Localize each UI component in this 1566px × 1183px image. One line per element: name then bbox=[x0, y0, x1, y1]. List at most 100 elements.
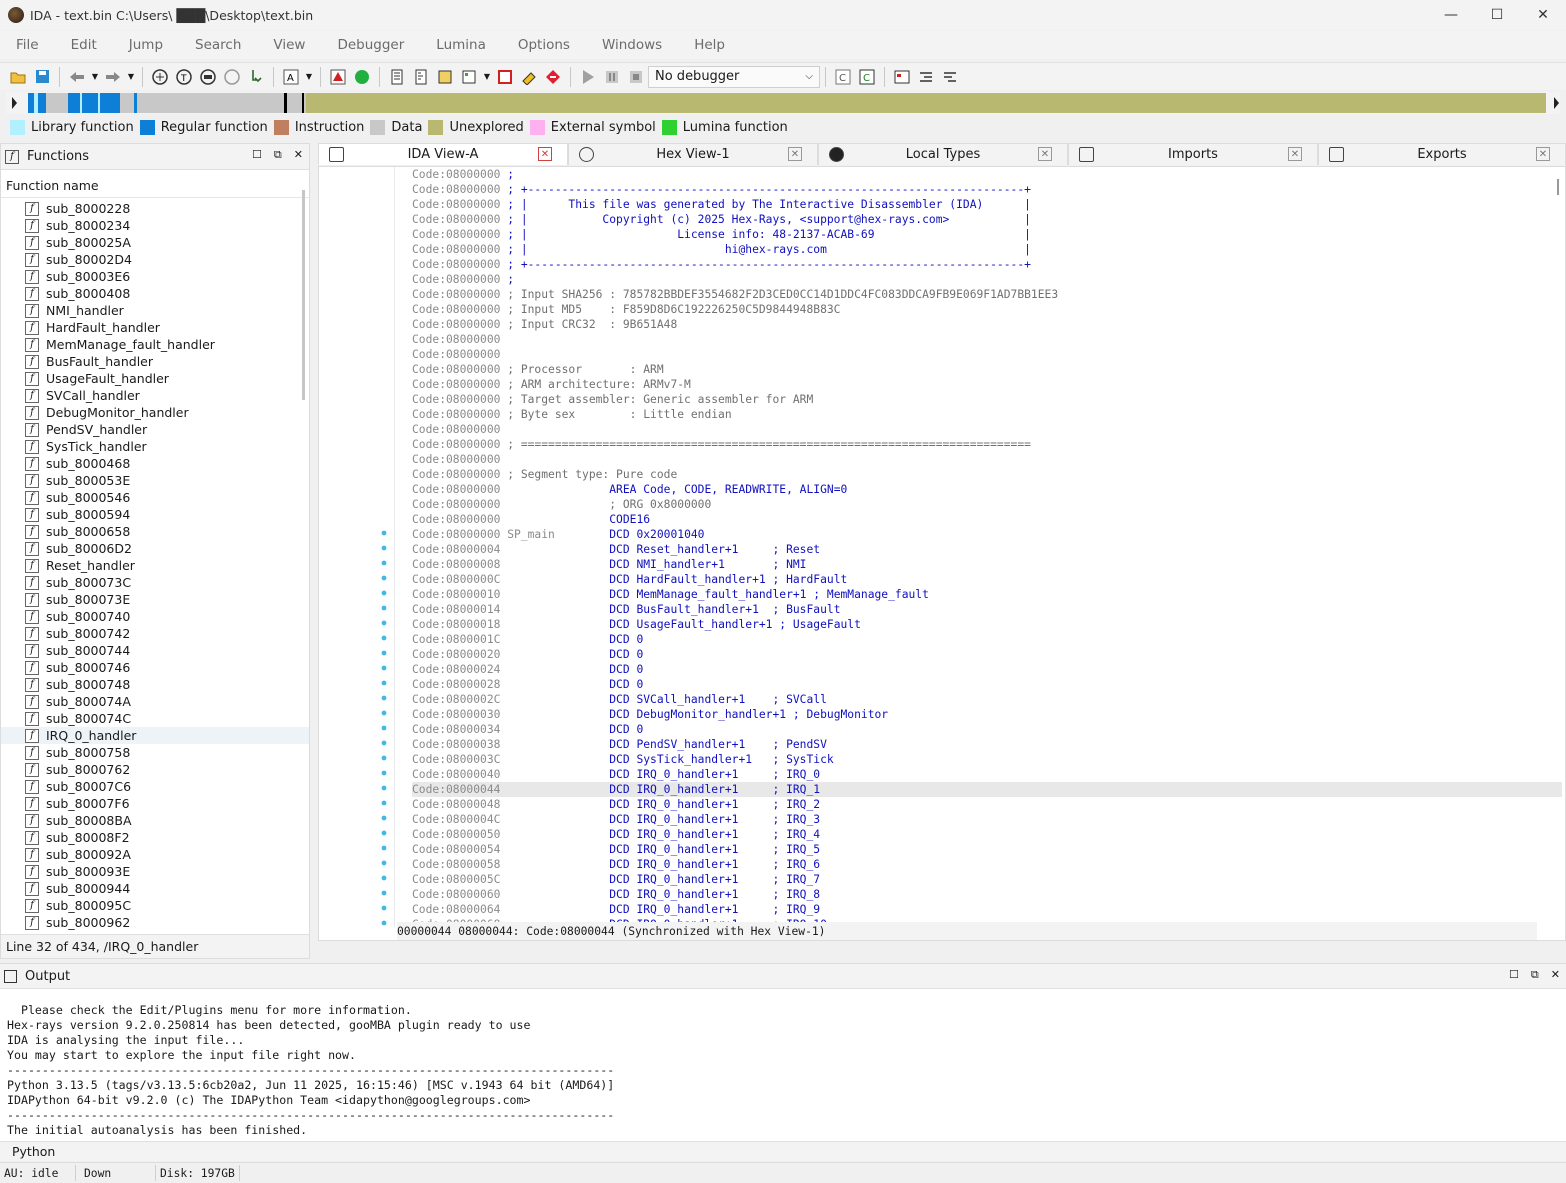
close-icon[interactable]: ✕ bbox=[1536, 147, 1550, 161]
hex-view-icon[interactable] bbox=[198, 67, 218, 87]
gutter-dot[interactable] bbox=[381, 710, 387, 716]
gutter-dot[interactable] bbox=[381, 605, 387, 611]
list-outdent-icon[interactable] bbox=[940, 67, 960, 87]
disasm-line[interactable]: Code:08000000 ; Input MD5 : F859D8D6C192… bbox=[412, 302, 1562, 317]
navigation-band[interactable] bbox=[6, 92, 1560, 114]
disasm-line[interactable]: Code:08000020 DCD 0 bbox=[412, 647, 1562, 662]
close-icon[interactable]: ✕ bbox=[538, 147, 552, 161]
stop-debug-icon[interactable] bbox=[626, 67, 646, 87]
undefine-icon[interactable] bbox=[543, 67, 563, 87]
function-name-column-header[interactable]: Function name bbox=[1, 170, 309, 198]
function-list-item[interactable]: f sub_80008BA bbox=[1, 812, 309, 829]
menu-lumina[interactable]: Lumina bbox=[420, 37, 502, 53]
maximize-panel-icon[interactable]: ☐ bbox=[252, 148, 262, 162]
disasm-line[interactable]: Code:0800004C DCD IRQ_0_handler+1 ; IRQ_… bbox=[412, 812, 1562, 827]
disasm-line[interactable]: Code:08000044 DCD IRQ_0_handler+1 ; IRQ_… bbox=[412, 782, 1562, 797]
function-list-item[interactable]: f sub_800073C bbox=[1, 574, 309, 591]
list-indent-icon[interactable] bbox=[916, 67, 936, 87]
function-list-item[interactable]: f sub_800053E bbox=[1, 472, 309, 489]
patch-icon[interactable] bbox=[519, 67, 539, 87]
gutter-dot[interactable] bbox=[381, 650, 387, 656]
gutter-dot[interactable] bbox=[381, 545, 387, 551]
gutter-dot[interactable] bbox=[381, 755, 387, 761]
gutter-dot[interactable] bbox=[381, 770, 387, 776]
gutter-dot[interactable] bbox=[381, 830, 387, 836]
function-list-item[interactable]: f UsageFault_handler bbox=[1, 370, 309, 387]
disasm-line[interactable]: Code:08000000 ; ORG 0x8000000 bbox=[412, 497, 1562, 512]
disasm-line[interactable]: Code:08000000 ; Input SHA256 : 785782BBD… bbox=[412, 287, 1562, 302]
pause-icon[interactable] bbox=[602, 67, 622, 87]
disasm-line[interactable]: Code:08000000 ; | hi@hex-rays.com | bbox=[412, 242, 1562, 257]
function-list-item[interactable]: f sub_80003E6 bbox=[1, 268, 309, 285]
save-icon[interactable] bbox=[32, 67, 52, 87]
function-list-item[interactable]: f sub_80002D4 bbox=[1, 251, 309, 268]
back-arrow-icon[interactable] bbox=[67, 67, 87, 87]
menu-options[interactable]: Options bbox=[502, 37, 586, 53]
function-list-item[interactable]: f sub_8000740 bbox=[1, 608, 309, 625]
gutter-dot[interactable] bbox=[381, 875, 387, 881]
function-list-item[interactable]: f sub_8000658 bbox=[1, 523, 309, 540]
disasm-line[interactable]: Code:08000010 DCD MemManage_fault_handle… bbox=[412, 587, 1562, 602]
function-list-item[interactable]: f sub_800074A bbox=[1, 693, 309, 710]
float-panel-icon[interactable]: ⧉ bbox=[1531, 968, 1539, 982]
function-list-item[interactable]: f sub_8000746 bbox=[1, 659, 309, 676]
disasm-line[interactable]: Code:08000000 ; Input CRC32 : 9B651A48 bbox=[412, 317, 1562, 332]
disasm-scrollbar[interactable] bbox=[1557, 179, 1559, 195]
disasm-line[interactable]: Code:08000000 ; | This file was generate… bbox=[412, 197, 1562, 212]
function-list-item[interactable]: f sub_8000234 bbox=[1, 217, 309, 234]
start-debug-icon[interactable] bbox=[578, 67, 598, 87]
float-panel-icon[interactable]: ⧉ bbox=[274, 148, 282, 162]
function-list-item[interactable]: f sub_8000762 bbox=[1, 761, 309, 778]
disasm-line[interactable]: Code:08000058 DCD IRQ_0_handler+1 ; IRQ_… bbox=[412, 857, 1562, 872]
disasm-line[interactable]: Code:08000038 DCD PendSV_handler+1 ; Pen… bbox=[412, 737, 1562, 752]
data-icon[interactable] bbox=[411, 67, 431, 87]
function-list-item[interactable]: f sub_800093E bbox=[1, 863, 309, 880]
disasm-line[interactable]: Code:08000000 CODE16 bbox=[412, 512, 1562, 527]
maximize-button[interactable]: ☐ bbox=[1474, 0, 1520, 30]
disasm-line[interactable]: Code:0800003C DCD SysTick_handler+1 ; Sy… bbox=[412, 752, 1562, 767]
decompile-all-icon[interactable]: C bbox=[857, 67, 877, 87]
disasm-line[interactable]: Code:0800001C DCD 0 bbox=[412, 632, 1562, 647]
gutter-dot[interactable] bbox=[381, 920, 387, 926]
disasm-line[interactable]: Code:08000048 DCD IRQ_0_handler+1 ; IRQ_… bbox=[412, 797, 1562, 812]
chevron-down-icon[interactable]: ▼ bbox=[483, 67, 491, 87]
disasm-line[interactable]: Code:08000000 ; bbox=[412, 167, 1562, 182]
function-list-item[interactable]: f sub_800025A bbox=[1, 234, 309, 251]
gutter-dot[interactable] bbox=[381, 635, 387, 641]
function-list-item[interactable]: f sub_8000742 bbox=[1, 625, 309, 642]
function-list-item[interactable]: f sub_8000758 bbox=[1, 744, 309, 761]
layout-icon[interactable] bbox=[892, 67, 912, 87]
forward-arrow-icon[interactable] bbox=[103, 67, 123, 87]
stop-icon[interactable] bbox=[495, 67, 515, 87]
decompile-icon[interactable]: C bbox=[833, 67, 853, 87]
function-list-item[interactable]: f sub_8000546 bbox=[1, 489, 309, 506]
gutter-dot[interactable] bbox=[381, 860, 387, 866]
gutter-dot[interactable] bbox=[381, 845, 387, 851]
disasm-line[interactable]: Code:08000000 ; | License info: 48-2137-… bbox=[412, 227, 1562, 242]
function-list-item[interactable]: f BusFault_handler bbox=[1, 353, 309, 370]
disasm-line[interactable]: Code:0800005C DCD IRQ_0_handler+1 ; IRQ_… bbox=[412, 872, 1562, 887]
function-list-item[interactable]: f sub_80006D2 bbox=[1, 540, 309, 557]
menu-edit[interactable]: Edit bbox=[55, 37, 113, 53]
disasm-line[interactable]: Code:08000040 DCD IRQ_0_handler+1 ; IRQ_… bbox=[412, 767, 1562, 782]
function-list-item[interactable]: f sub_8000962 bbox=[1, 914, 309, 931]
disasm-line[interactable]: Code:08000004 DCD Reset_handler+1 ; Rese… bbox=[412, 542, 1562, 557]
disasm-line[interactable]: Code:08000024 DCD 0 bbox=[412, 662, 1562, 677]
gutter-dot[interactable] bbox=[381, 890, 387, 896]
debugger-select[interactable]: No debugger ⌵ bbox=[648, 65, 820, 88]
disasm-line[interactable]: Code:08000000 ; ARM architecture: ARMv7-… bbox=[412, 377, 1562, 392]
disasm-line[interactable]: Code:08000000 ; Segment type: Pure code bbox=[412, 467, 1562, 482]
function-list-item[interactable]: f sub_8000744 bbox=[1, 642, 309, 659]
run-circle-icon[interactable] bbox=[352, 67, 372, 87]
gutter-dot[interactable] bbox=[381, 560, 387, 566]
disasm-line[interactable]: Code:08000008 DCD NMI_handler+1 ; NMI bbox=[412, 557, 1562, 572]
code-icon[interactable] bbox=[387, 67, 407, 87]
function-list-item[interactable]: f sub_8000408 bbox=[1, 285, 309, 302]
function-list-item[interactable]: f MemManage_fault_handler bbox=[1, 336, 309, 353]
disasm-line[interactable]: Code:08000030 DCD DebugMonitor_handler+1… bbox=[412, 707, 1562, 722]
gutter-dot[interactable] bbox=[381, 740, 387, 746]
enum-icon[interactable] bbox=[459, 67, 479, 87]
disasm-line[interactable]: Code:08000000 ; | Copyright (c) 2025 Hex… bbox=[412, 212, 1562, 227]
disasm-line[interactable]: Code:08000000 ; ========================… bbox=[412, 437, 1562, 452]
function-list-item[interactable]: f IRQ_0_handler bbox=[1, 727, 309, 744]
